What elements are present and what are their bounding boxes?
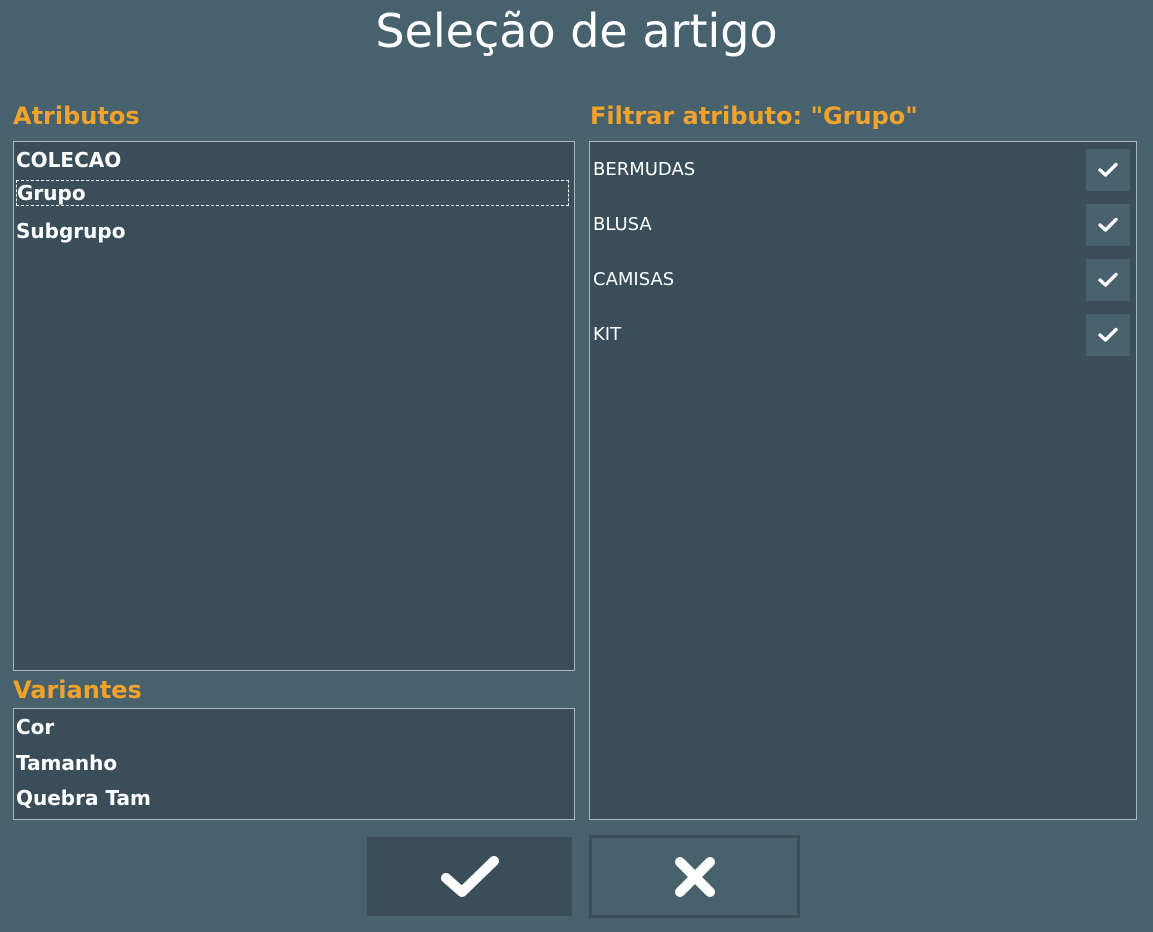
check-icon: [1098, 272, 1118, 287]
atributo-item-colecao[interactable]: COLECAO: [16, 148, 121, 172]
check-icon: [440, 855, 499, 897]
filter-item-checkbox[interactable]: [1086, 259, 1130, 301]
filter-item-checkbox[interactable]: [1086, 149, 1130, 191]
confirm-button[interactable]: [367, 837, 572, 916]
filter-item-label: CAMISAS: [593, 269, 675, 290]
close-icon: [674, 856, 715, 897]
filter-item-checkbox[interactable]: [1086, 314, 1130, 356]
variantes-list: Cor Tamanho Quebra Tam: [13, 708, 575, 820]
atributo-item-grupo[interactable]: Grupo: [16, 180, 569, 206]
filter-item-label: KIT: [593, 324, 622, 345]
atributo-item-subgrupo[interactable]: Subgrupo: [16, 219, 125, 243]
filter-label: Filtrar atributo: "Grupo": [590, 102, 918, 130]
cancel-button[interactable]: [589, 835, 800, 918]
variante-item-cor[interactable]: Cor: [16, 715, 54, 739]
filter-item-kit: KIT: [591, 314, 1135, 358]
filter-item-label: BLUSA: [593, 214, 652, 235]
filter-item-bermudas: BERMUDAS: [591, 149, 1135, 193]
check-icon: [1098, 217, 1118, 232]
check-icon: [1098, 162, 1118, 177]
variante-item-tamanho[interactable]: Tamanho: [16, 751, 117, 775]
atributos-label: Atributos: [13, 102, 140, 130]
page-title: Seleção de artigo: [375, 4, 778, 58]
filter-item-checkbox[interactable]: [1086, 204, 1130, 246]
check-icon: [1098, 327, 1118, 342]
filter-item-label: BERMUDAS: [593, 159, 696, 180]
variante-item-quebra-tam[interactable]: Quebra Tam: [16, 786, 151, 810]
filter-list: BERMUDAS BLUSA CAMISAS KIT: [589, 141, 1137, 820]
filter-item-blusa: BLUSA: [591, 204, 1135, 248]
variantes-label: Variantes: [13, 676, 142, 704]
atributos-list: COLECAO Grupo Subgrupo: [13, 141, 575, 671]
filter-item-camisas: CAMISAS: [591, 259, 1135, 303]
